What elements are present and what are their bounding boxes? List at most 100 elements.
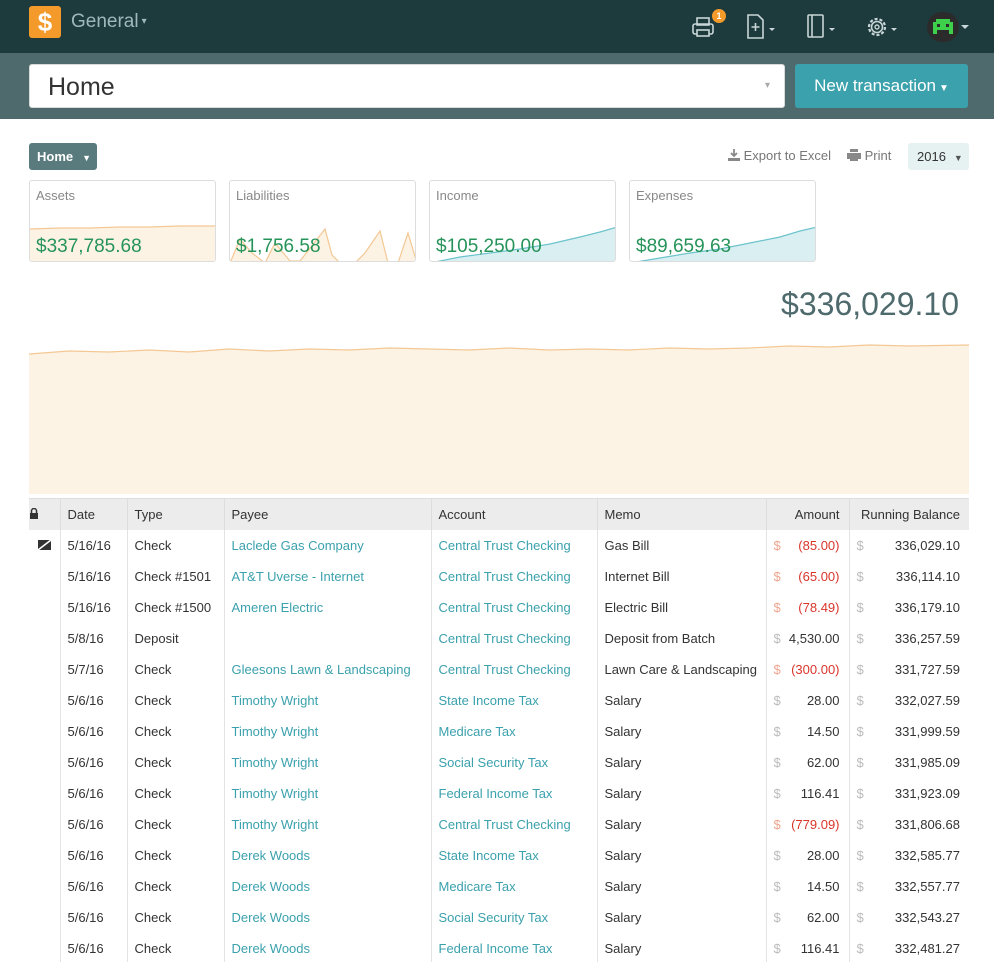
payee-link[interactable]: AT&T Uverse - Internet xyxy=(232,569,364,584)
table-row[interactable]: 5/6/16 Check Timothy Wright Central Trust C… xyxy=(29,808,969,840)
payee-link[interactable]: Timothy Wright xyxy=(232,786,319,801)
payee-link[interactable]: Derek Woods xyxy=(232,879,311,894)
running-balance-value: 332,557.77 xyxy=(894,878,960,894)
type-cell: Check xyxy=(127,901,225,933)
payee-link[interactable]: Gleesons Lawn & Landscaping xyxy=(232,662,411,677)
payee-link[interactable]: Timothy Wright xyxy=(232,817,319,832)
currency-symbol: $ xyxy=(773,940,781,956)
running-balance-column-header[interactable]: Running Balance xyxy=(849,498,969,530)
memo-cell: Salary xyxy=(597,901,767,933)
currency-symbol: $ xyxy=(856,754,864,770)
new-document-icon[interactable] xyxy=(745,12,779,42)
running-balance-cell: $336,029.10 xyxy=(849,530,969,561)
table-row[interactable]: 5/6/16 Check Timothy Wright Federal Income … xyxy=(29,777,969,809)
assets-card[interactable]: Assets $337,785.68 xyxy=(29,180,216,262)
currency-symbol: $ xyxy=(773,630,781,646)
account-column-header[interactable]: Account xyxy=(431,498,598,530)
payee-link[interactable]: Derek Woods xyxy=(232,910,311,925)
account-link[interactable]: Medicare Tax xyxy=(439,724,516,739)
account-cell: Central Trust Checking xyxy=(431,808,598,840)
app-logo-icon[interactable]: $ xyxy=(29,6,61,38)
account-link[interactable]: Central Trust Checking xyxy=(439,569,571,584)
account-link[interactable]: Medicare Tax xyxy=(439,879,516,894)
ledger-icon[interactable] xyxy=(805,12,839,42)
running-balance-value: 336,029.10 xyxy=(894,537,960,553)
payee-link[interactable]: Timothy Wright xyxy=(232,755,319,770)
transactions-table: Date Type Payee Account Memo Amount Runn… xyxy=(29,498,969,962)
payee-column-header[interactable]: Payee xyxy=(224,498,432,530)
table-row[interactable]: 5/7/16 Check Gleesons Lawn & Landscaping Ce… xyxy=(29,653,969,685)
date-column-header[interactable]: Date xyxy=(60,498,128,530)
account-link[interactable]: Federal Income Tax xyxy=(439,786,553,801)
memo-column-header[interactable]: Memo xyxy=(597,498,767,530)
year-selector[interactable]: 2016 ▼ xyxy=(908,143,969,170)
running-balance-value: 332,543.27 xyxy=(894,909,960,925)
account-link[interactable]: Central Trust Checking xyxy=(439,600,571,615)
chevron-down-icon[interactable] xyxy=(960,24,970,32)
table-row[interactable]: 5/6/16 Check Derek Woods State Income Tax Sa… xyxy=(29,839,969,871)
account-link[interactable]: Central Trust Checking xyxy=(439,538,571,553)
income-card[interactable]: Income $105,250.00 xyxy=(429,180,616,262)
table-row[interactable]: 5/16/16 Check Laclede Gas Company Central T… xyxy=(29,529,969,561)
user-avatar[interactable] xyxy=(927,12,959,42)
account-link[interactable]: Social Security Tax xyxy=(439,910,549,925)
currency-symbol: $ xyxy=(773,754,781,770)
table-row[interactable]: 5/6/16 Check Timothy Wright Medicare Tax Sal… xyxy=(29,715,969,747)
amount-cell: $62.00 xyxy=(766,901,850,933)
new-transaction-button[interactable]: New transaction ▼ xyxy=(795,64,968,108)
print-link[interactable]: Print xyxy=(847,148,891,163)
account-link[interactable]: State Income Tax xyxy=(439,848,539,863)
reconcile-status-icon[interactable] xyxy=(37,538,52,551)
memo-cell: Deposit from Batch xyxy=(597,622,767,654)
amount-value: (65.00) xyxy=(798,568,840,584)
type-cell: Check xyxy=(127,529,225,561)
currency-symbol: $ xyxy=(856,816,864,832)
account-link[interactable]: Central Trust Checking xyxy=(439,631,571,646)
gear-icon[interactable] xyxy=(864,12,900,42)
payee-link[interactable]: Derek Woods xyxy=(232,848,311,863)
currency-symbol: $ xyxy=(773,723,781,739)
account-link[interactable]: State Income Tax xyxy=(439,693,539,708)
currency-symbol: $ xyxy=(773,692,781,708)
home-view-button[interactable]: Home ▼ xyxy=(29,143,97,170)
memo-cell: Salary xyxy=(597,870,767,902)
table-row[interactable]: 5/16/16 Check #1500 Ameren Electric Central… xyxy=(29,591,969,623)
type-cell: Check xyxy=(127,932,225,962)
payee-link[interactable]: Laclede Gas Company xyxy=(232,538,364,553)
account-cell: Federal Income Tax xyxy=(431,932,598,962)
table-header-row: Date Type Payee Account Memo Amount Runn… xyxy=(29,498,969,530)
payee-link[interactable]: Timothy Wright xyxy=(232,724,319,739)
amount-value: 62.00 xyxy=(806,754,840,770)
account-link[interactable]: Social Security Tax xyxy=(439,755,549,770)
account-selector[interactable]: Home ▾ xyxy=(29,64,785,108)
row-status-cell xyxy=(29,901,61,933)
export-to-excel-link[interactable]: Export to Excel xyxy=(728,148,831,163)
table-row[interactable]: 5/6/16 Check Derek Woods Federal Income Tax… xyxy=(29,932,969,962)
row-status-cell xyxy=(29,684,61,716)
running-balance-value: 336,179.10 xyxy=(894,599,960,615)
table-row[interactable]: 5/6/16 Check Derek Woods Social Security Ta… xyxy=(29,901,969,933)
account-link[interactable]: Central Trust Checking xyxy=(439,662,571,677)
amount-column-header[interactable]: Amount xyxy=(766,498,850,530)
expenses-card[interactable]: Expenses $89,659.63 xyxy=(629,180,816,262)
table-row[interactable]: 5/6/16 Check Timothy Wright State Income Ta… xyxy=(29,684,969,716)
type-cell: Check xyxy=(127,839,225,871)
payee-cell: Timothy Wright xyxy=(224,684,432,716)
payee-link[interactable]: Timothy Wright xyxy=(232,693,319,708)
table-row[interactable]: 5/6/16 Check Timothy Wright Social Security… xyxy=(29,746,969,778)
liabilities-card[interactable]: Liabilities $1,756.58 xyxy=(229,180,416,262)
company-switcher[interactable]: General ▾ xyxy=(71,11,147,33)
account-link[interactable]: Central Trust Checking xyxy=(439,817,571,832)
type-column-header[interactable]: Type xyxy=(127,498,225,530)
date-cell: 5/6/16 xyxy=(60,870,128,902)
payee-link[interactable]: Derek Woods xyxy=(232,941,311,956)
running-balance-value: 331,923.09 xyxy=(894,785,960,801)
date-cell: 5/8/16 xyxy=(60,622,128,654)
currency-symbol: $ xyxy=(856,630,864,646)
account-link[interactable]: Federal Income Tax xyxy=(439,941,553,956)
table-row[interactable]: 5/6/16 Check Derek Woods Medicare Tax Salary… xyxy=(29,870,969,902)
table-row[interactable]: 5/16/16 Check #1501 AT&T Uverse - Internet… xyxy=(29,560,969,592)
table-row[interactable]: 5/8/16 Deposit Central Trust Checking Depos… xyxy=(29,622,969,654)
currency-symbol: $ xyxy=(856,537,864,553)
payee-link[interactable]: Ameren Electric xyxy=(232,600,324,615)
